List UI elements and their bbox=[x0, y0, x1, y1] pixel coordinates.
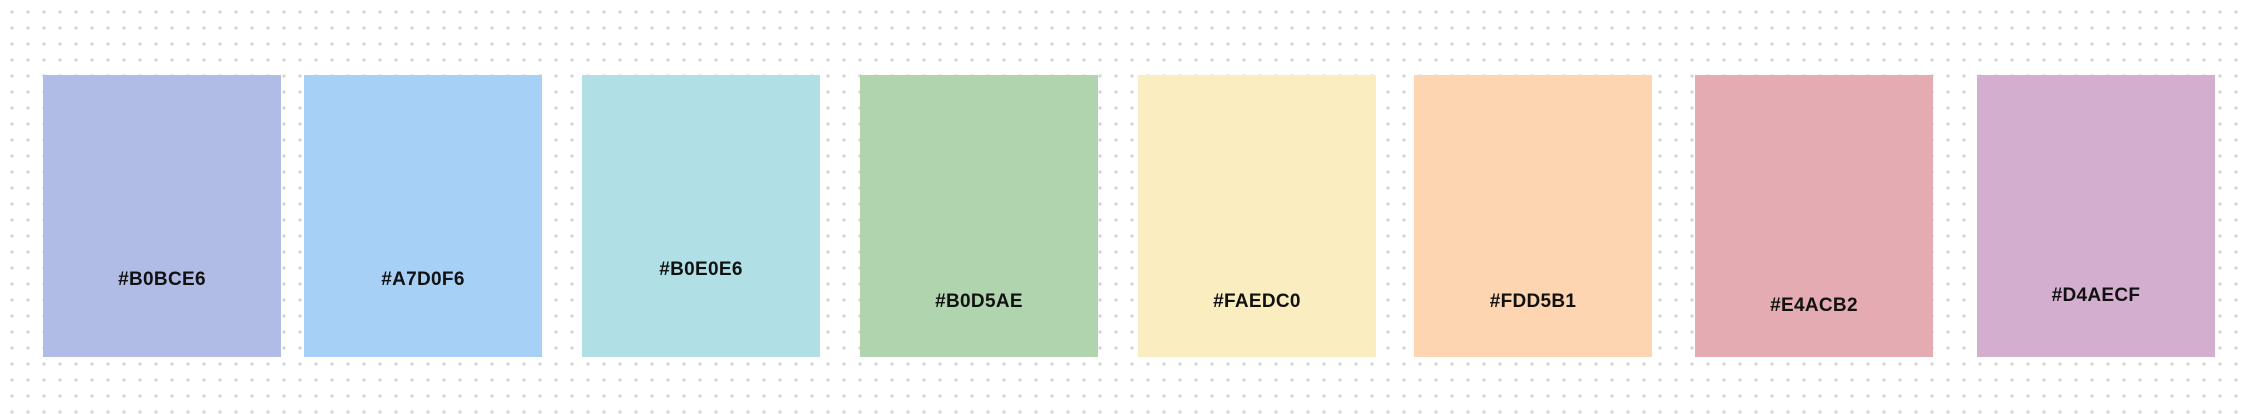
color-swatch[interactable]: #D4AECF bbox=[1977, 75, 2215, 357]
swatch-hex-label: #FAEDC0 bbox=[1213, 291, 1301, 312]
swatch-hex-label: #FDD5B1 bbox=[1489, 291, 1577, 312]
color-swatch[interactable]: #A7D0F6 bbox=[304, 75, 542, 357]
color-swatch[interactable]: #FAEDC0 bbox=[1138, 75, 1376, 357]
swatch-hex-label: #A7D0F6 bbox=[381, 269, 465, 290]
palette-canvas: #B0BCE6 #A7D0F6 #B0E0E6 #B0D5AE #FAEDC0 … bbox=[0, 0, 2246, 414]
swatch-hex-label: #B0D5AE bbox=[935, 291, 1023, 312]
swatch-hex-label: #B0BCE6 bbox=[118, 269, 206, 290]
swatch-hex-label: #E4ACB2 bbox=[1770, 295, 1858, 316]
color-swatch[interactable]: #B0BCE6 bbox=[43, 75, 281, 357]
color-swatch[interactable]: #FDD5B1 bbox=[1414, 75, 1652, 357]
swatch-hex-label: #D4AECF bbox=[2051, 285, 2141, 306]
color-swatch[interactable]: #B0D5AE bbox=[860, 75, 1098, 357]
swatch-hex-label: #B0E0E6 bbox=[659, 259, 743, 280]
color-swatch[interactable]: #E4ACB2 bbox=[1695, 75, 1933, 357]
color-swatch[interactable]: #B0E0E6 bbox=[582, 75, 820, 357]
